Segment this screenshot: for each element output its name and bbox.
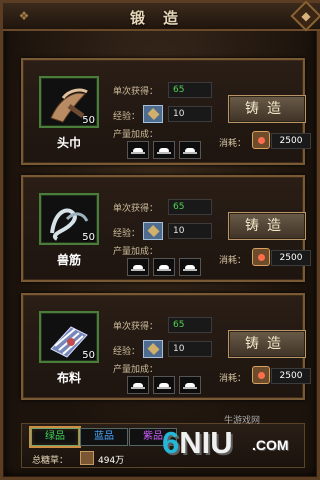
forge-button[interactable]: 铸造 (228, 95, 306, 123)
forge-button[interactable]: 铸造 (228, 330, 306, 358)
cost-value: 2500 (271, 133, 311, 149)
headscarf-icon[interactable]: 50 (39, 76, 99, 128)
bonus-slots (127, 258, 213, 276)
yield-value: 65 (168, 82, 212, 98)
window-title: 锻造 (129, 9, 196, 27)
cost-value: 2500 (271, 368, 311, 384)
bonus-label: 产量加成： (113, 130, 159, 140)
watermark-logo: 牛游戏网 6NIU .COM (154, 411, 294, 463)
cost-label: 消耗： (219, 256, 247, 266)
exp-value: 10 (168, 341, 212, 357)
item-level: 50 (82, 350, 95, 361)
watermark-six: 6 (162, 425, 180, 460)
total-label: 总糖草： (32, 456, 69, 466)
bonus-slot-3[interactable] (179, 258, 201, 276)
cost-label: 消耗： (219, 139, 247, 149)
experience-icon (143, 105, 163, 123)
material-bag-icon (252, 366, 270, 384)
item-level: 50 (82, 232, 95, 243)
close-icon: ◆ (301, 9, 311, 23)
watermark-niu: NIU (179, 425, 233, 460)
bonus-slot-3[interactable] (179, 141, 201, 159)
tab-green-quality[interactable]: 绿品 (31, 428, 79, 446)
yield-label: 单次获得： (113, 322, 159, 332)
bonus-slots (127, 141, 213, 159)
experience-icon (143, 222, 163, 240)
material-bag-icon (252, 131, 270, 149)
bonus-slot-2[interactable] (153, 141, 175, 159)
window-header: ❖ 锻造 ❖ ◆ (3, 0, 320, 32)
item-level: 50 (82, 115, 95, 126)
bonus-slot-1[interactable] (127, 376, 149, 394)
bonus-slot-3[interactable] (179, 376, 201, 394)
sugar-grass-icon (80, 451, 94, 465)
cost-value: 2500 (271, 250, 311, 266)
cost-label: 消耗： (219, 374, 247, 384)
bonus-slot-2[interactable] (153, 376, 175, 394)
material-bag-icon (252, 248, 270, 266)
exp-label: 经验： (113, 229, 141, 239)
yield-value: 65 (168, 199, 212, 215)
item-name: 布料 (56, 371, 81, 385)
item-name: 兽筋 (56, 253, 81, 267)
item-name: 头巾 (56, 136, 81, 150)
tendon-icon[interactable]: 50 (39, 193, 99, 245)
yield-label: 单次获得： (113, 204, 159, 214)
yield-value: 65 (168, 317, 212, 333)
forge-window: ❖ 锻造 ❖ ◆ 50 头巾 单次获得： 65 经验： 10 产量加成： 铸造 … (0, 0, 320, 480)
cloth-icon[interactable]: 50 (39, 311, 99, 363)
bonus-slot-2[interactable] (153, 258, 175, 276)
bonus-label: 产量加成： (113, 365, 159, 375)
total-value: 494万 (98, 456, 125, 466)
bonus-slot-1[interactable] (127, 141, 149, 159)
bonus-slots (127, 376, 213, 394)
exp-label: 经验： (113, 112, 141, 122)
yield-label: 单次获得： (113, 87, 159, 97)
exp-value: 10 (168, 223, 212, 239)
forge-button[interactable]: 铸造 (228, 212, 306, 240)
bonus-slot-1[interactable] (127, 258, 149, 276)
exp-label: 经验： (113, 347, 141, 357)
watermark-main: 6NIU (162, 425, 233, 461)
exp-value: 10 (168, 106, 212, 122)
forge-item-panel: 50 头巾 单次获得： 65 经验： 10 产量加成： 铸造 消耗： 2500 (21, 58, 311, 165)
tab-blue-quality[interactable]: 蓝品 (80, 428, 128, 446)
bonus-label: 产量加成： (113, 247, 159, 257)
experience-icon (143, 340, 163, 358)
forge-item-panel: 50 兽筋 单次获得： 65 经验： 10 产量加成： 铸造 消耗： 2500 (21, 175, 311, 282)
watermark-domain: .COM (252, 437, 289, 453)
forge-item-panel: 50 布料 单次获得： 65 经验： 10 产量加成： 铸造 消耗： 2500 (21, 293, 311, 400)
